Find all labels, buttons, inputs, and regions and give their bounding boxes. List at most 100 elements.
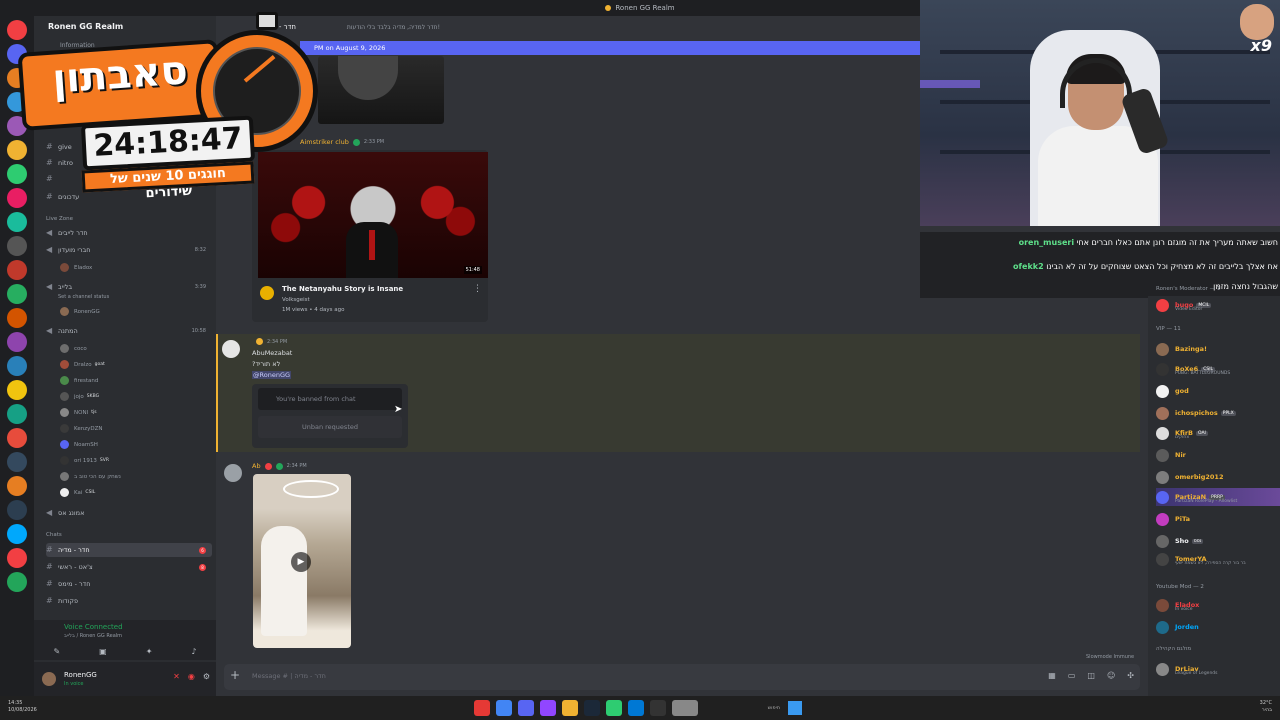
taskbar-clock[interactable]: 14:35 10/08/2026 [8, 700, 37, 714]
channel-item-media[interactable]: # חדר - מדיה 6 [46, 543, 212, 557]
app-icon[interactable] [474, 700, 490, 716]
message-composer[interactable]: + Message # | חדר - מדיה ▦ ▭ ◫ ☺ ✣ [224, 664, 1140, 690]
message-author[interactable]: AbuMezabat [252, 349, 292, 357]
server-icon[interactable] [7, 356, 27, 376]
video-attachment[interactable]: ▶ [253, 474, 351, 648]
voice-member[interactable]: RonenGG [60, 307, 100, 316]
mic-muted-icon[interactable]: ✕ [173, 672, 180, 681]
server-icon[interactable] [7, 476, 27, 496]
server-icon[interactable] [7, 284, 27, 304]
voice-channel-item[interactable]: ◀ חברי מועדון 8:32 [46, 243, 212, 257]
voice-member[interactable]: NONI tjs [60, 408, 97, 417]
server-icon[interactable] [7, 548, 27, 568]
member-item[interactable]: bugo MCIL Video Editor [1156, 296, 1280, 314]
gear-icon[interactable]: ⚙ [203, 672, 210, 681]
screen-share-icon[interactable]: ▣ [99, 647, 107, 656]
avatar[interactable] [42, 672, 56, 686]
avatar[interactable] [224, 464, 242, 482]
server-icon[interactable] [7, 212, 27, 232]
channel-item-main-chat[interactable]: # צ'אט - ראשי 8 [46, 560, 212, 574]
avatar[interactable] [222, 340, 240, 358]
channel-topic[interactable]: חדר למדיה, מדיה בלבד בלי הודעות! [347, 24, 440, 31]
more-options-icon[interactable]: ⋮ [473, 284, 482, 294]
channel-avatar[interactable] [260, 286, 274, 300]
play-icon[interactable]: ▶ [291, 552, 311, 572]
voice-member[interactable]: נשחק עם הכי טוב ב [60, 472, 124, 481]
member-item[interactable]: PartizaN PRRP PartizaN RolePlay - Allowlis… [1156, 488, 1280, 506]
voice-channel-item[interactable]: ◀ בלייב 3:39 [46, 280, 212, 294]
voice-member[interactable]: jojo SKBG [60, 392, 99, 401]
voice-member[interactable]: NoamSH [60, 440, 101, 449]
unban-requested-button[interactable]: Unban requested [258, 416, 402, 438]
server-icon[interactable] [7, 524, 27, 544]
voice-member[interactable]: Eladox [60, 263, 92, 272]
member-item[interactable]: omerbig2012 [1156, 468, 1280, 486]
edge-icon[interactable] [628, 700, 644, 716]
add-attachment-icon[interactable]: + [230, 668, 240, 682]
member-item[interactable]: Jorden [1156, 618, 1280, 636]
member-item[interactable]: DrLiav League of Legends [1156, 660, 1280, 678]
steam-icon[interactable] [584, 700, 600, 716]
folder-icon[interactable] [562, 700, 578, 716]
camera-icon[interactable]: ✎ [53, 647, 60, 656]
sticker-icon[interactable]: ◫ [1087, 671, 1095, 680]
member-item[interactable]: KfirB OAI צחוקים [1156, 424, 1280, 442]
member-item[interactable]: BoXe6 CSIL PUBG: BATTLEGROUNDS [1156, 360, 1280, 378]
discord-icon[interactable] [518, 700, 534, 716]
member-item[interactable]: Bazinga! [1156, 340, 1280, 358]
server-icon[interactable] [7, 500, 27, 520]
member-item[interactable]: ichospichos PPLX [1156, 404, 1280, 422]
soundboard-icon[interactable]: ♪ [191, 647, 196, 656]
video-channel[interactable]: Volksgeist [282, 297, 310, 303]
app-icon[interactable] [606, 700, 622, 716]
voice-channel-item[interactable]: ◀ אמונג אס [46, 506, 212, 520]
app-icon[interactable] [672, 700, 698, 716]
app-icon[interactable] [650, 700, 666, 716]
server-icon[interactable] [7, 428, 27, 448]
voice-member[interactable]: Kai CSIL [60, 488, 95, 497]
channel-item-memes[interactable]: # חדר - מימס [46, 577, 212, 591]
user-name[interactable]: RonenGG [64, 671, 97, 679]
voice-member[interactable]: KenzyDZN [60, 424, 105, 433]
windows-start-icon[interactable] [788, 701, 802, 715]
channel-status-hint[interactable]: Set a channel status [58, 294, 109, 300]
server-icon[interactable] [7, 308, 27, 328]
voice-location[interactable]: בלייב / Ronen GG Realm [64, 633, 122, 639]
apps-icon[interactable]: ✣ [1127, 671, 1134, 680]
member-item[interactable]: Eladox In voice [1156, 596, 1280, 614]
server-icon[interactable] [7, 332, 27, 352]
category-live-zone[interactable]: Live Zone [46, 216, 73, 222]
channel-item-commands[interactable]: # פקודות [46, 594, 212, 608]
message-input[interactable]: Message # | חדר - מדיה [252, 672, 326, 680]
server-icon[interactable] [7, 572, 27, 592]
gif-icon[interactable]: ▭ [1068, 671, 1076, 680]
deafen-icon[interactable]: ◉ [188, 672, 195, 681]
emoji-icon[interactable]: ☺ [1107, 671, 1115, 680]
voice-channel-item[interactable]: ◀ חדר לייבים [46, 226, 212, 240]
member-item[interactable]: god [1156, 382, 1280, 400]
message-author[interactable]: Ab [252, 462, 261, 470]
weather-widget[interactable]: 32°C בהיר [1260, 700, 1272, 714]
voice-member[interactable]: coco [60, 344, 90, 353]
server-icon[interactable] [7, 236, 27, 256]
member-item[interactable]: Sho נסס [1156, 532, 1280, 550]
server-icon[interactable] [7, 380, 27, 400]
voice-member[interactable]: Dralzo goat [60, 360, 105, 369]
image-attachment[interactable] [318, 56, 444, 124]
video-title[interactable]: The Netanyahu Story is Insane [282, 285, 403, 293]
server-icon[interactable] [7, 452, 27, 472]
member-item[interactable]: TomerYA בר בור קרה הספירה, לא בשמת ישעי [1156, 550, 1280, 568]
voice-status[interactable]: Voice Connected [64, 623, 123, 631]
user-mention[interactable]: @RonenGG [252, 371, 292, 379]
gift-icon[interactable]: ▦ [1048, 671, 1056, 680]
twitch-icon[interactable] [540, 700, 556, 716]
category-chats[interactable]: Chats [46, 532, 62, 538]
server-icon[interactable] [7, 260, 27, 280]
activities-icon[interactable]: ✦ [146, 647, 153, 656]
voice-member[interactable]: firestand [60, 376, 101, 385]
member-item[interactable]: PiTa [1156, 510, 1280, 528]
member-item[interactable]: Nir [1156, 446, 1280, 464]
taskbar-search[interactable]: חיפוש [700, 702, 780, 714]
new-messages-bar[interactable]: PM on August 9, 2026 [300, 41, 920, 55]
voice-member[interactable]: ori 1913 SVR [60, 456, 109, 465]
